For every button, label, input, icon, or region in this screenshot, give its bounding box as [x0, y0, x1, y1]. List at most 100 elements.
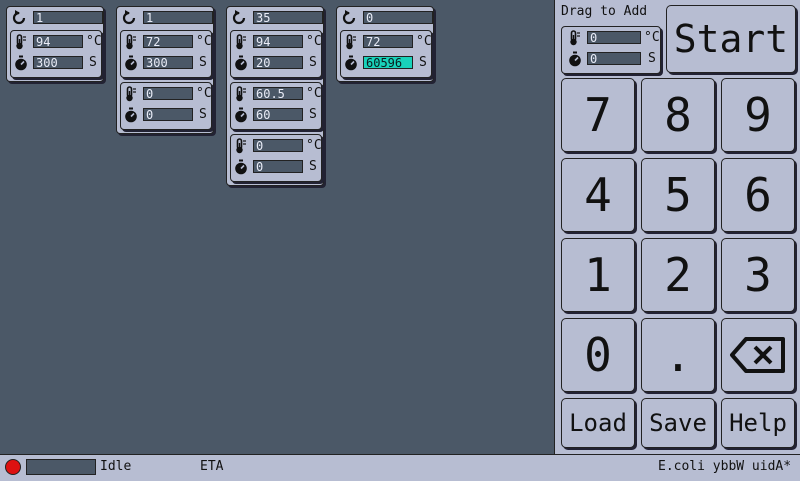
time-row: 300 S — [11, 55, 103, 71]
repeat-row: 0 — [339, 10, 433, 26]
time-field[interactable]: 20 — [253, 56, 303, 69]
time-row: 20 S — [231, 55, 323, 71]
thermometer-icon — [233, 86, 249, 102]
thermometer-icon — [343, 34, 359, 50]
temp-row: 72 °C — [341, 34, 433, 50]
temp-unit: °C — [644, 30, 660, 45]
stopwatch-icon — [13, 55, 29, 71]
temperature-field[interactable]: 72 — [143, 35, 193, 48]
key-7-button[interactable]: 7 — [561, 78, 635, 152]
repeat-row: 1 — [9, 10, 103, 26]
progress-bar — [26, 459, 96, 475]
stopwatch-icon — [123, 55, 139, 71]
time-field-active[interactable]: 60596 — [363, 56, 413, 69]
time-field[interactable]: 0 — [143, 108, 193, 121]
time-unit: S — [648, 51, 656, 66]
time-unit: S — [309, 159, 317, 174]
temp-row: 72 °C — [121, 34, 213, 50]
repeat-count-field[interactable]: 1 — [33, 11, 103, 24]
status-led — [5, 459, 21, 475]
thermometer-icon — [233, 138, 249, 154]
time-unit: S — [89, 55, 97, 70]
repeat-icon — [121, 10, 137, 26]
step-card[interactable]: 0 °C 0 S — [120, 82, 212, 130]
time-row: 300 S — [121, 55, 213, 71]
backspace-icon — [730, 337, 785, 373]
temp-unit: °C — [306, 34, 322, 49]
step-card[interactable]: 0 °C 0 S — [230, 134, 322, 182]
repeat-icon — [231, 10, 247, 26]
temperature-field[interactable]: 0 — [253, 139, 303, 152]
repeat-count-field[interactable]: 0 — [363, 11, 433, 24]
time-field[interactable]: 60 — [253, 108, 303, 121]
stopwatch-icon — [233, 107, 249, 123]
temperature-field[interactable]: 60.5 — [253, 87, 303, 100]
thermometer-icon — [567, 30, 583, 46]
key-3-button[interactable]: 3 — [721, 238, 795, 312]
repeat-row: 35 — [229, 10, 323, 26]
temp-row: 94 °C — [231, 34, 323, 50]
temp-unit: °C — [196, 86, 212, 101]
save-button[interactable]: Save — [641, 398, 715, 448]
temperature-field[interactable]: 72 — [363, 35, 413, 48]
template-time-field[interactable]: 0 — [587, 52, 641, 65]
device-label: E.coli ybbW uidA* — [658, 459, 792, 474]
time-unit: S — [419, 55, 427, 70]
repeat-row: 1 — [119, 10, 213, 26]
time-row: 60596 S — [341, 55, 433, 71]
drag-to-add-label: Drag to Add — [561, 4, 648, 19]
step-card[interactable]: 72 °C 300 S — [120, 30, 212, 78]
repeat-icon — [341, 10, 357, 26]
temp-unit: °C — [306, 138, 322, 153]
key-5-button[interactable]: 5 — [641, 158, 715, 232]
help-button[interactable]: Help — [721, 398, 795, 448]
stopwatch-icon — [123, 107, 139, 123]
time-row: 0 S — [565, 51, 657, 67]
key-2-button[interactable]: 2 — [641, 238, 715, 312]
key-6-button[interactable]: 6 — [721, 158, 795, 232]
template-temperature-field[interactable]: 0 — [587, 31, 641, 44]
temp-unit: °C — [416, 34, 432, 49]
step-card[interactable]: 72 °C 60596 S — [340, 30, 432, 78]
new-step-template[interactable]: 0 °C 0 S — [561, 26, 661, 74]
time-field[interactable]: 300 — [33, 56, 83, 69]
key-1-button[interactable]: 1 — [561, 238, 635, 312]
stopwatch-icon — [233, 159, 249, 175]
key-8-button[interactable]: 8 — [641, 78, 715, 152]
temperature-field[interactable]: 94 — [33, 35, 83, 48]
key-9-button[interactable]: 9 — [721, 78, 795, 152]
temp-unit: °C — [196, 34, 212, 49]
repeat-icon — [11, 10, 27, 26]
key-decimal-button[interactable]: . — [641, 318, 715, 392]
temperature-field[interactable]: 0 — [143, 87, 193, 100]
time-unit: S — [199, 107, 207, 122]
time-unit: S — [309, 55, 317, 70]
temp-row: 60.5 °C — [231, 86, 323, 102]
control-panel: Drag to Add 0 °C 0 S Start 7 8 9 4 5 6 1… — [554, 0, 800, 454]
thermometer-icon — [13, 34, 29, 50]
start-button[interactable]: Start — [666, 5, 796, 73]
repeat-count-field[interactable]: 35 — [253, 11, 323, 24]
step-card[interactable]: 60.5 °C 60 S — [230, 82, 322, 130]
step-card[interactable]: 94 °C 300 S — [10, 30, 102, 78]
time-unit: S — [199, 55, 207, 70]
key-4-button[interactable]: 4 — [561, 158, 635, 232]
temp-unit: °C — [86, 34, 102, 49]
temperature-field[interactable]: 94 — [253, 35, 303, 48]
eta-label: ETA — [200, 459, 224, 474]
repeat-count-field[interactable]: 1 — [143, 11, 213, 24]
temp-row: 0 °C — [121, 86, 213, 102]
temp-row: 94 °C — [11, 34, 103, 50]
stopwatch-icon — [567, 51, 583, 67]
step-card[interactable]: 94 °C 20 S — [230, 30, 322, 78]
temp-row: 0 °C — [565, 30, 660, 46]
time-row: 0 S — [121, 107, 213, 123]
key-0-button[interactable]: 0 — [561, 318, 635, 392]
thermometer-icon — [233, 34, 249, 50]
backspace-button[interactable] — [721, 318, 795, 392]
load-button[interactable]: Load — [561, 398, 635, 448]
time-field[interactable]: 300 — [143, 56, 193, 69]
time-field[interactable]: 0 — [253, 160, 303, 173]
stopwatch-icon — [233, 55, 249, 71]
status-text: Idle — [100, 459, 132, 474]
